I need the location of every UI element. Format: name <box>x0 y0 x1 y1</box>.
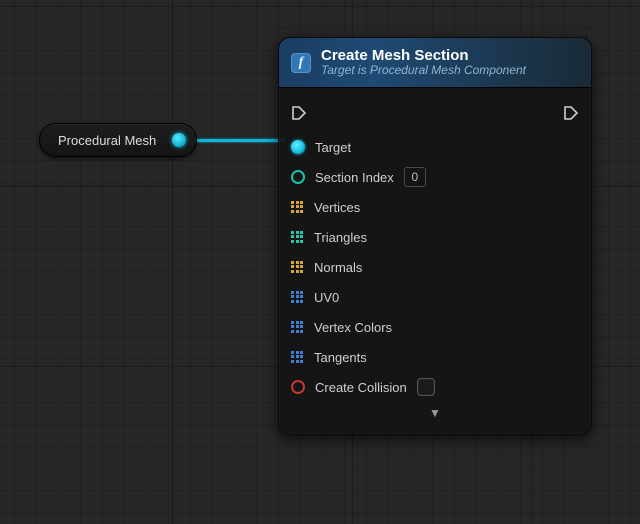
input-pin-create-collision[interactable] <box>291 380 305 394</box>
input-pin-tangents[interactable] <box>291 351 304 364</box>
input-value-section-index[interactable]: 0 <box>404 167 426 187</box>
input-pin-vertices[interactable] <box>291 201 304 214</box>
pin-label-vertices: Vertices <box>314 200 360 215</box>
exec-input-pin[interactable] <box>291 105 307 121</box>
pin-label-target: Target <box>315 140 351 155</box>
expand-node-button[interactable]: ▼ <box>291 402 579 428</box>
wire-proceduralmesh-to-target[interactable] <box>190 139 286 142</box>
pin-label-section-index: Section Index <box>315 170 394 185</box>
node-header[interactable]: f Create Mesh Section Target is Procedur… <box>279 38 591 88</box>
input-pin-triangles[interactable] <box>291 231 304 244</box>
node-title: Create Mesh Section <box>321 47 526 64</box>
input-pin-target[interactable] <box>291 140 305 154</box>
input-pin-uv0[interactable] <box>291 291 304 304</box>
variable-node-label: Procedural Mesh <box>58 133 172 148</box>
node-subtitle: Target is Procedural Mesh Component <box>321 64 526 78</box>
exec-output-pin[interactable] <box>563 105 579 121</box>
function-node-create-mesh-section[interactable]: f Create Mesh Section Target is Procedur… <box>278 37 592 435</box>
pin-label-tangents: Tangents <box>314 350 367 365</box>
function-icon: f <box>291 53 311 73</box>
input-pin-vertex-colors[interactable] <box>291 321 304 334</box>
node-body: Target Section Index 0 Vertices Triangle… <box>279 88 591 434</box>
input-pin-section-index[interactable] <box>291 170 305 184</box>
output-pin-procedural-mesh[interactable] <box>172 133 186 147</box>
checkbox-create-collision[interactable] <box>417 378 435 396</box>
variable-node-procedural-mesh[interactable]: Procedural Mesh <box>39 123 197 157</box>
input-pin-normals[interactable] <box>291 261 304 274</box>
pin-label-vertex-colors: Vertex Colors <box>314 320 392 335</box>
pin-label-create-collision: Create Collision <box>315 380 407 395</box>
pin-label-uv0: UV0 <box>314 290 339 305</box>
pin-label-triangles: Triangles <box>314 230 367 245</box>
pin-label-normals: Normals <box>314 260 362 275</box>
